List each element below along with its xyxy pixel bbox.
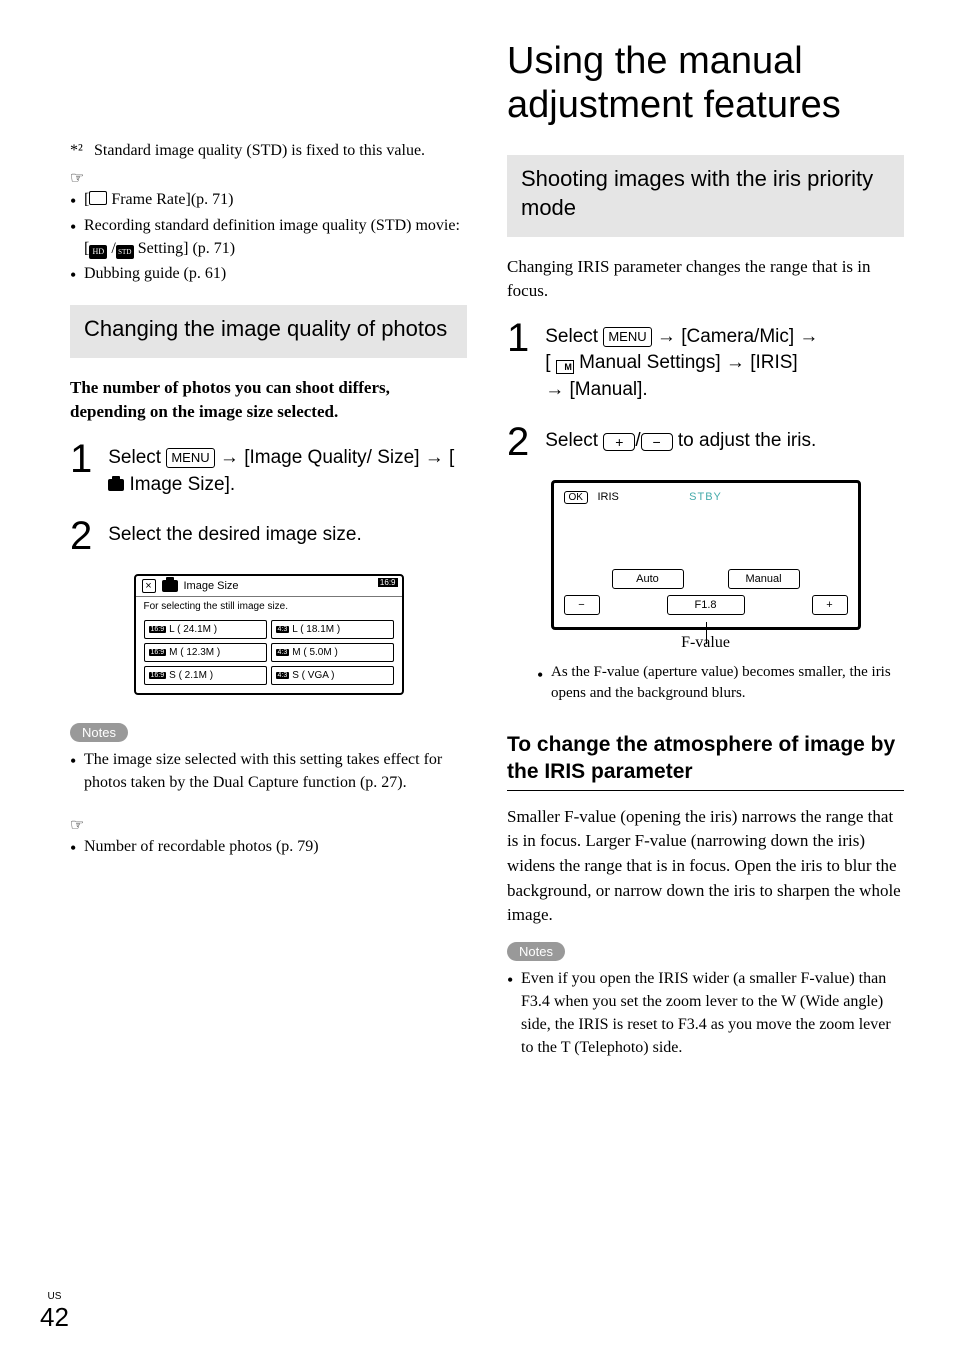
size-option[interactable]: 4:3S ( VGA )	[271, 666, 394, 685]
iris-preview-screen: OK IRIS STBY Auto Manual − F1.8 +	[551, 480, 861, 630]
plus-button[interactable]: +	[603, 433, 635, 451]
close-icon[interactable]: ×	[142, 579, 156, 593]
step-number: 2	[70, 516, 92, 556]
menu-button[interactable]: MENU	[603, 327, 651, 347]
sub-heading: To change the atmosphere of image by the…	[507, 731, 904, 791]
ref-item: Number of recordable photos (p. 79)	[70, 835, 467, 858]
size-option[interactable]: 16:9M ( 12.3M )	[144, 643, 267, 662]
std-icon: STD	[116, 245, 134, 259]
sub-note-list: As the F-value (aperture value) becomes …	[507, 662, 904, 706]
pointer-line	[706, 622, 707, 644]
plus-button[interactable]: +	[812, 595, 848, 615]
size-option[interactable]: 4:3L ( 18.1M )	[271, 620, 394, 639]
image-size-dialog: 16:9 × Image Size For selecting the stil…	[134, 574, 404, 695]
note-item: The image size selected with this settin…	[70, 748, 467, 794]
step-number: 1	[507, 318, 529, 358]
auto-button[interactable]: Auto	[612, 569, 684, 589]
notes-label: Notes	[70, 723, 128, 742]
page-number-value: 42	[40, 1302, 69, 1332]
ok-button[interactable]: OK	[564, 491, 588, 504]
aspect-badge: 16:9	[378, 578, 398, 587]
menu-button[interactable]: MENU	[166, 448, 214, 468]
size-option[interactable]: 16:9S ( 2.1M )	[144, 666, 267, 685]
section-heading-photos: Changing the image quality of photos	[70, 305, 467, 358]
footnote: *² Standard image quality (STD) is fixed…	[70, 140, 467, 162]
step-text: Select +/− to adjust the iris.	[545, 422, 816, 455]
page-title: Using the manual adjustment features	[507, 40, 904, 127]
intro-text: The number of photos you can shoot diffe…	[70, 376, 467, 425]
reference-list: [ Frame Rate](p. 71) Recording standard …	[70, 188, 467, 285]
step-2: 2 Select +/− to adjust the iris.	[507, 422, 904, 462]
region-label: US	[40, 1291, 69, 1302]
size-option[interactable]: 4:3M ( 5.0M )	[271, 643, 394, 662]
dialog-title: Image Size	[184, 580, 239, 592]
step-1: 1 Select MENU → [Camera/Mic] → [ Manual …	[507, 318, 904, 404]
manual-settings-icon	[556, 360, 574, 374]
manual-button[interactable]: Manual	[728, 569, 800, 589]
step-2: 2 Select the desired image size.	[70, 516, 467, 556]
ref-item: [ Frame Rate](p. 71)	[70, 188, 467, 211]
footnote-marker: *²	[70, 140, 94, 162]
ref-item: Recording standard definition image qual…	[70, 214, 467, 260]
reference-icon	[70, 815, 467, 835]
minus-button[interactable]: −	[641, 433, 673, 451]
minus-button[interactable]: −	[564, 595, 600, 615]
reference-list-2: Number of recordable photos (p. 79)	[70, 835, 467, 858]
size-option[interactable]: 16:9L ( 24.1M )	[144, 620, 267, 639]
step-text: Select the desired image size.	[108, 516, 361, 549]
dialog-description: For selecting the still image size.	[136, 597, 402, 616]
step-text: Select MENU → [Image Quality/ Size] → [ …	[108, 439, 467, 498]
page-number: US 42	[40, 1291, 69, 1333]
f-value-display: F1.8	[667, 595, 745, 615]
step-number: 1	[70, 439, 92, 479]
paragraph: Smaller F-value (opening the iris) narro…	[507, 805, 904, 928]
iris-label: IRIS	[598, 491, 619, 503]
sub-note: As the F-value (aperture value) becomes …	[537, 662, 904, 706]
reference-icon	[70, 168, 467, 188]
step-number: 2	[507, 422, 529, 462]
intro-text: Changing IRIS parameter changes the rang…	[507, 255, 904, 304]
ref-item: Dubbing guide (p. 61)	[70, 262, 467, 285]
frame-rate-icon	[89, 191, 107, 205]
stby-label: STBY	[689, 491, 722, 503]
step-1: 1 Select MENU → [Image Quality/ Size] → …	[70, 439, 467, 498]
section-heading-iris: Shooting images with the iris priority m…	[507, 155, 904, 236]
hd-icon: HD	[89, 245, 107, 259]
note-item: Even if you open the IRIS wider (a small…	[507, 967, 904, 1060]
camera-icon	[108, 479, 124, 491]
camera-icon	[162, 580, 178, 592]
notes-list: The image size selected with this settin…	[70, 748, 467, 794]
notes-list: Even if you open the IRIS wider (a small…	[507, 967, 904, 1060]
notes-label: Notes	[507, 942, 565, 961]
step-text: Select MENU → [Camera/Mic] → [ Manual Se…	[545, 318, 818, 404]
footnote-text: Standard image quality (STD) is fixed to…	[94, 140, 425, 162]
